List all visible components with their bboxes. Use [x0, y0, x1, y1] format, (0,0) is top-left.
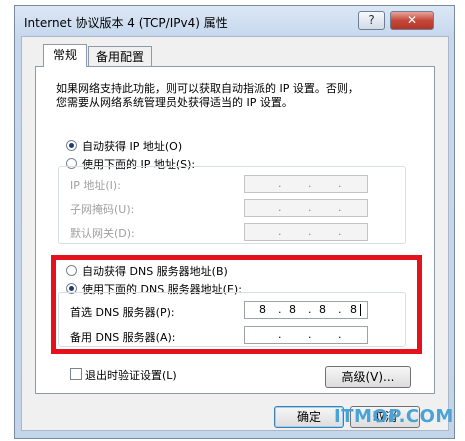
window-title: Internet 协议版本 4 (TCP/IPv4) 属性	[24, 16, 228, 30]
default-gateway-label: 默认网关(D):	[70, 227, 135, 240]
ip-address-label: IP 地址(I):	[70, 179, 121, 192]
subnet-mask-label: 子网掩码(U):	[70, 203, 135, 216]
auto-ip-label[interactable]: 自动获得 IP 地址(O)	[82, 138, 182, 154]
close-button[interactable]: ✕	[390, 11, 434, 30]
advanced-button[interactable]: 高级(V)...	[325, 366, 411, 388]
tab-general[interactable]: 常规	[43, 44, 87, 67]
validate-on-exit-label[interactable]: 退出时验证设置(L)	[85, 367, 177, 383]
validate-on-exit-checkbox[interactable]	[70, 368, 82, 380]
watermark-text: ITMOP.COM	[334, 406, 454, 427]
ip-address-field[interactable]: ...	[244, 175, 368, 193]
tab-alternate-config[interactable]: 备用配置	[88, 46, 152, 67]
title-bar[interactable]: Internet 协议版本 4 (TCP/IPv4) 属性 ? ✕	[20, 10, 450, 34]
help-button[interactable]: ?	[358, 11, 385, 30]
auto-ip-radio[interactable]	[66, 140, 77, 151]
subnet-mask-field[interactable]: ...	[244, 199, 368, 217]
default-gateway-field[interactable]: ...	[244, 223, 368, 241]
dns-highlight-box	[51, 255, 422, 354]
description-line-2: 您需要从网络系统管理员处获得适当的 IP 设置。	[56, 96, 293, 109]
